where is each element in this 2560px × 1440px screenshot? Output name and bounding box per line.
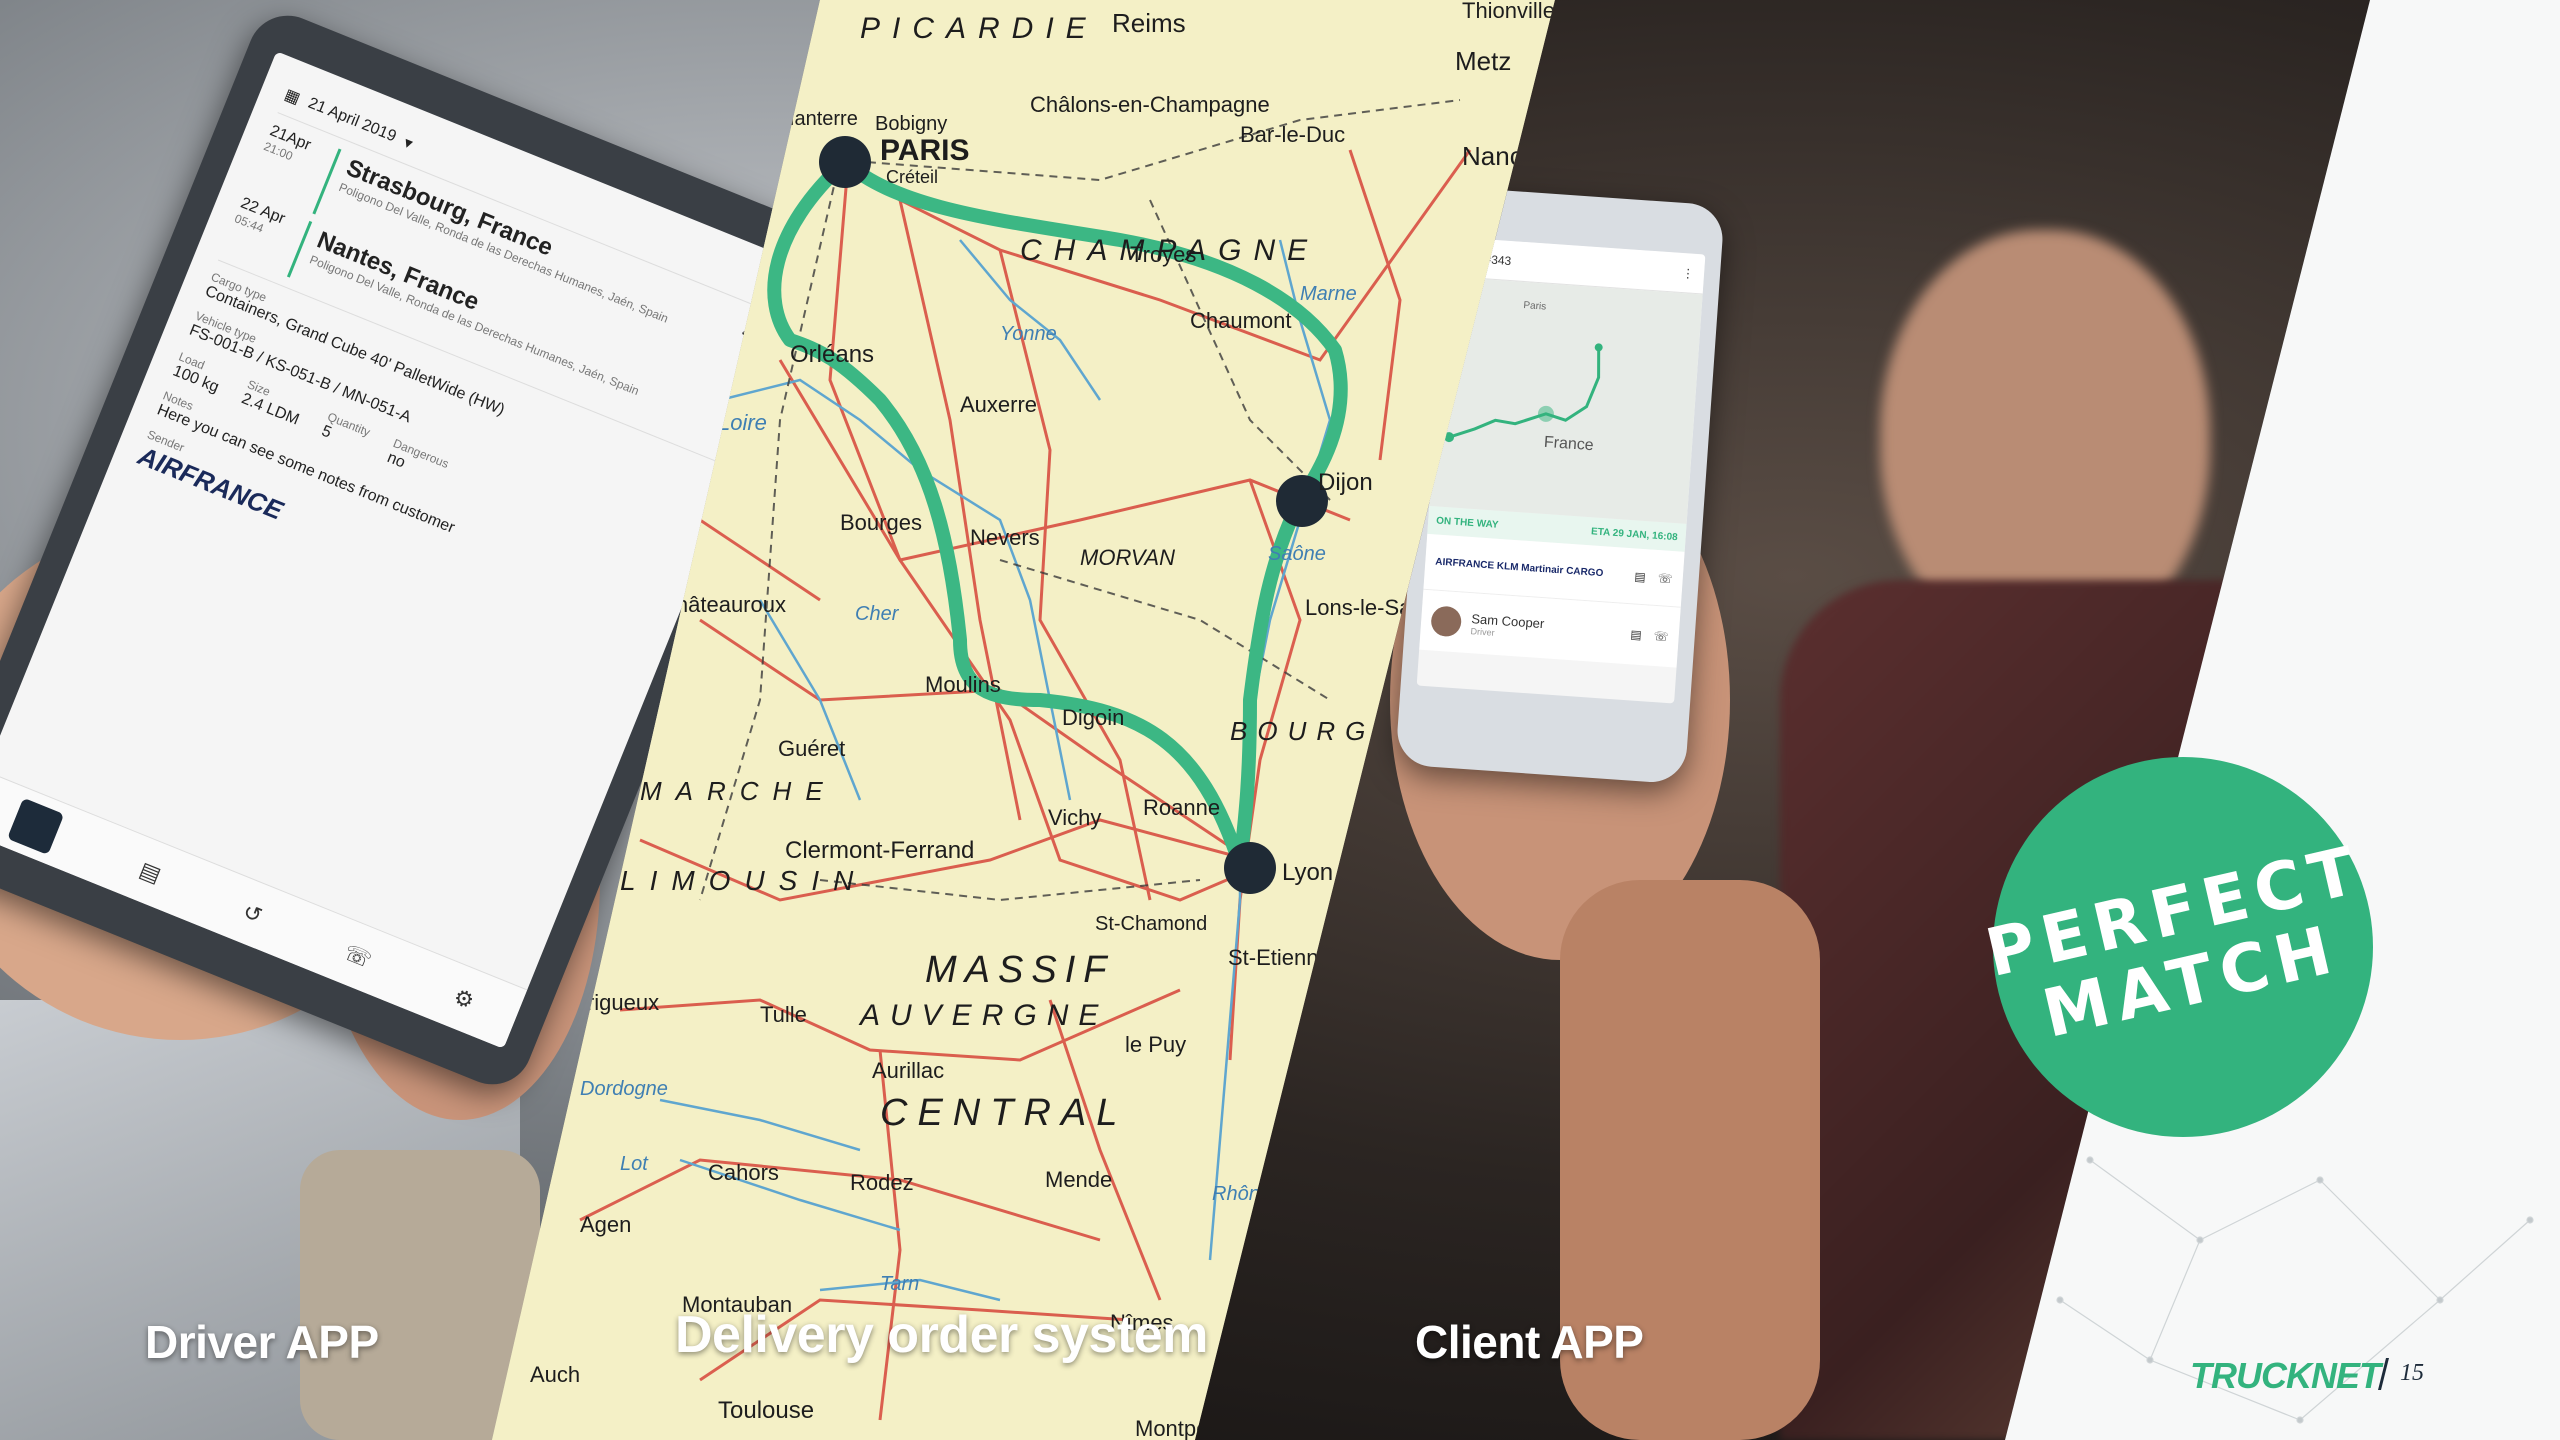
city-label: Mende bbox=[1045, 1167, 1112, 1192]
avatar bbox=[1430, 605, 1463, 638]
city-label: Chaumont bbox=[1190, 308, 1292, 333]
badge-text: PERFECT MATCH bbox=[1979, 831, 2386, 1061]
river-label: Saône bbox=[1268, 543, 1326, 565]
company-logo: AIRFRANCE KLM Martinair CARGO bbox=[1434, 556, 1604, 580]
region-label: PICARDIE bbox=[860, 12, 1098, 45]
city-label: Rodez bbox=[850, 1170, 914, 1195]
route-stop-paris[interactable] bbox=[819, 136, 871, 188]
river-label: Yonne bbox=[1000, 323, 1057, 345]
city-label: Auxerre bbox=[960, 392, 1037, 417]
city-label: St-Chamond bbox=[1095, 913, 1207, 935]
chat-icon[interactable]: ▤ bbox=[1630, 627, 1642, 642]
region-label: MORVAN bbox=[1080, 545, 1175, 570]
ride-status: ON THE WAY bbox=[1435, 514, 1499, 531]
city-label: Orléans bbox=[790, 341, 874, 368]
region-label: LIMOUSIN bbox=[620, 865, 867, 896]
city-label: Thionville bbox=[1462, 0, 1555, 23]
city-label: Reims bbox=[1112, 8, 1186, 38]
city-label: Digoin bbox=[1062, 705, 1124, 730]
river-label: Tarn bbox=[880, 1273, 919, 1295]
city-label: Cahors bbox=[708, 1160, 779, 1185]
calendar-icon: ▦ bbox=[281, 86, 303, 108]
region-label: AUVERGNE bbox=[858, 999, 1108, 1032]
orders-tab-icon[interactable] bbox=[7, 797, 65, 855]
chat-icon[interactable]: ▤ bbox=[1634, 569, 1646, 584]
client-app-caption: Client APP bbox=[1415, 1316, 1644, 1368]
region-label: MARCHE bbox=[640, 776, 837, 806]
history-icon[interactable]: ↺ bbox=[239, 898, 266, 929]
region-label: CHAMPAGNE bbox=[1020, 234, 1319, 267]
city-label: Roanne bbox=[1143, 795, 1220, 820]
perfect-match-badge: PERFECT MATCH bbox=[1979, 757, 2373, 1137]
city-label: Toulouse bbox=[718, 1397, 814, 1424]
date-picker-value: 21 April 2019 bbox=[305, 94, 399, 146]
city-label: Clermont-Ferrand bbox=[785, 837, 974, 864]
river-label: Cher bbox=[855, 603, 900, 625]
city-label: Vichy bbox=[1048, 805, 1101, 830]
river-label: Marne bbox=[1300, 283, 1357, 305]
city-label: Moulins bbox=[925, 672, 1001, 697]
city-label: Bar-le-Duc bbox=[1240, 122, 1345, 147]
settings-gear-icon[interactable]: ⚙ bbox=[450, 983, 478, 1014]
city-label: Tulle bbox=[760, 1002, 807, 1027]
driver-app-caption: Driver APP bbox=[145, 1316, 379, 1368]
city-label: PARIS bbox=[880, 134, 969, 167]
chat-icon[interactable]: ▤ bbox=[136, 856, 165, 888]
region-label: MASSIF bbox=[925, 949, 1114, 991]
trucknet-logo: TRUCKNET bbox=[2190, 1355, 2381, 1396]
city-label: Châlons-en-Champagne bbox=[1030, 92, 1270, 117]
city-label: Agen bbox=[580, 1212, 631, 1237]
city-label: Créteil bbox=[886, 167, 938, 187]
slide: ▦ 21 April 2019 ▾ 21Apr 21:00 Strasbourg… bbox=[0, 0, 2560, 1440]
city-label: Nevers bbox=[970, 525, 1040, 550]
city-label: Aurillac bbox=[872, 1058, 944, 1083]
more-options-icon[interactable]: ⋮ bbox=[1682, 266, 1695, 281]
city-label: Bobigny bbox=[875, 113, 947, 135]
phone-icon[interactable]: ☏ bbox=[1657, 571, 1673, 586]
river-label: Dordogne bbox=[580, 1078, 668, 1100]
city-label: Guéret bbox=[778, 736, 845, 761]
phone-icon[interactable]: ☏ bbox=[340, 939, 376, 973]
ride-eta: ETA 29 JAN, 16:08 bbox=[1590, 525, 1679, 543]
river-label: Lot bbox=[620, 1153, 649, 1175]
chevron-down-icon: ▾ bbox=[401, 134, 415, 154]
city-label: Bourges bbox=[840, 510, 922, 535]
city-label: Lyon bbox=[1282, 859, 1333, 886]
route-stop-lyon[interactable] bbox=[1224, 842, 1276, 894]
city-label: Metz bbox=[1455, 46, 1511, 76]
region-label: CENTRAL bbox=[880, 1092, 1127, 1134]
page-number: 15 bbox=[2400, 1360, 2424, 1386]
city-label: le Puy bbox=[1125, 1032, 1186, 1057]
phone-icon[interactable]: ☏ bbox=[1653, 629, 1669, 644]
city-label: Auch bbox=[530, 1362, 580, 1387]
city-label: Dijon bbox=[1318, 469, 1373, 496]
delivery-system-caption: Delivery order system bbox=[675, 1306, 1208, 1364]
